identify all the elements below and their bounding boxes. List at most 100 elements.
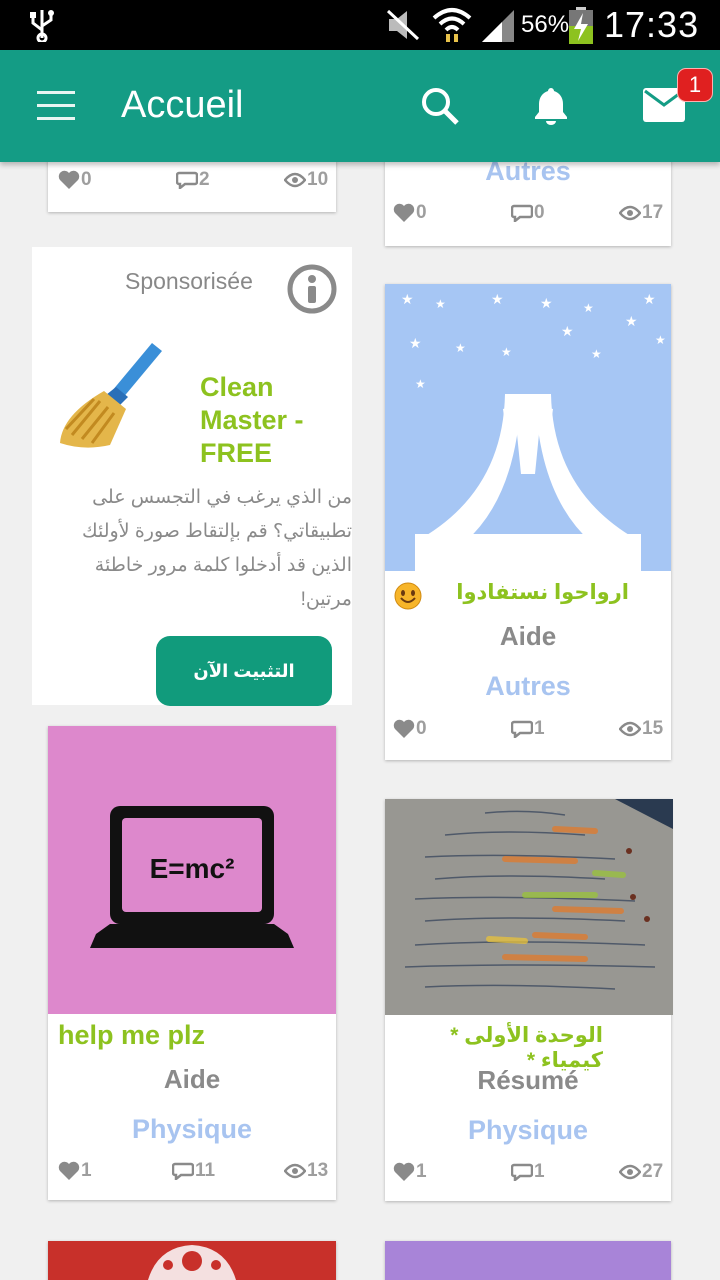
app-bar: Accueil 1 bbox=[0, 50, 720, 162]
clean-master-broom-icon bbox=[60, 343, 162, 448]
svg-text:★: ★ bbox=[561, 323, 574, 339]
heart-icon bbox=[393, 203, 415, 222]
heart-icon bbox=[58, 1161, 80, 1180]
views-count: 15 bbox=[642, 718, 664, 739]
post-image[interactable] bbox=[385, 1241, 671, 1280]
comments-count: 11 bbox=[195, 1160, 216, 1181]
svg-text:★: ★ bbox=[409, 335, 422, 351]
status-bar: 56% 17:33 bbox=[0, 0, 720, 50]
eye-icon bbox=[284, 1163, 306, 1179]
heart-icon bbox=[393, 719, 415, 738]
post-image[interactable] bbox=[385, 799, 673, 1015]
comments-count: 2 bbox=[199, 169, 210, 190]
post-category[interactable]: Autres bbox=[385, 671, 671, 702]
comment-icon bbox=[511, 720, 533, 738]
comments-stat[interactable]: 11 bbox=[172, 1160, 215, 1182]
post-image[interactable]: E=mc² bbox=[48, 726, 336, 1014]
post-type: Résumé bbox=[477, 1065, 579, 1095]
usb-icon bbox=[30, 10, 54, 42]
comments-count: 1 bbox=[534, 718, 545, 739]
views-count: 10 bbox=[307, 169, 329, 190]
post-category[interactable]: Physique bbox=[48, 1114, 336, 1145]
comment-icon bbox=[511, 204, 533, 222]
likes-stat[interactable]: 1 bbox=[393, 1161, 427, 1183]
svg-text:★: ★ bbox=[415, 377, 426, 391]
menu-icon[interactable] bbox=[37, 91, 75, 121]
smiley-emoji-icon bbox=[394, 582, 422, 610]
post-title[interactable]: ارواحوا نستفادوا bbox=[456, 580, 629, 605]
views-stat: 27 bbox=[619, 1161, 663, 1183]
comments-stat[interactable]: 1 bbox=[511, 1161, 545, 1183]
post-image[interactable] bbox=[48, 1241, 336, 1280]
eye-icon bbox=[284, 172, 306, 188]
svg-text:★: ★ bbox=[401, 291, 414, 307]
bell-icon[interactable] bbox=[532, 86, 570, 126]
post-card[interactable]: Autres 0 0 17 bbox=[385, 162, 671, 246]
views-stat: 15 bbox=[619, 718, 663, 740]
battery-percent: 56% bbox=[521, 11, 570, 38]
svg-text:★: ★ bbox=[435, 297, 446, 311]
comment-icon bbox=[172, 1162, 194, 1180]
comments-stat[interactable]: 0 bbox=[511, 202, 545, 224]
ad-description: من الذي يرغب في التجسس على تطبيقاتي؟ قم … bbox=[82, 487, 352, 610]
svg-text:★: ★ bbox=[455, 341, 466, 355]
likes-count: 0 bbox=[416, 718, 427, 739]
post-title[interactable]: help me plz bbox=[58, 1020, 205, 1051]
svg-text:★: ★ bbox=[491, 291, 504, 307]
post-card[interactable]: ★ ★ ★ ★ ★ ★ ★ ★ ★ ★ ★ ★ ★ ★ ارواحوا نستفادوا Ai… bbox=[385, 284, 671, 760]
svg-text:★: ★ bbox=[625, 313, 638, 329]
signal-icon bbox=[482, 10, 514, 42]
svg-text:★: ★ bbox=[501, 345, 512, 359]
comment-icon bbox=[511, 1163, 533, 1181]
comment-icon bbox=[176, 171, 198, 189]
search-icon[interactable] bbox=[420, 86, 460, 126]
post-category[interactable]: Physique bbox=[385, 1115, 671, 1146]
page-title: Accueil bbox=[121, 84, 244, 126]
eye-icon bbox=[619, 721, 641, 737]
sponsored-card[interactable]: Sponsorisée Clean Master - FREE من الذي … bbox=[32, 247, 352, 706]
svg-text:★: ★ bbox=[540, 295, 553, 311]
clock: 17:33 bbox=[604, 4, 700, 45]
likes-stat[interactable]: 0 bbox=[58, 169, 92, 191]
eye-icon bbox=[619, 1164, 641, 1180]
post-card[interactable] bbox=[385, 1241, 671, 1280]
svg-text:★: ★ bbox=[583, 301, 594, 315]
comments-stat[interactable]: 1 bbox=[511, 718, 545, 740]
emc2-text: E=mc² bbox=[150, 853, 235, 884]
views-stat: 17 bbox=[619, 202, 663, 224]
info-icon[interactable] bbox=[287, 264, 337, 314]
svg-text:★: ★ bbox=[591, 347, 602, 361]
eye-icon bbox=[619, 205, 641, 221]
likes-count: 1 bbox=[81, 1160, 92, 1181]
heart-icon bbox=[393, 1162, 415, 1181]
post-type: Aide bbox=[499, 621, 557, 651]
likes-stat[interactable]: 0 bbox=[393, 718, 427, 740]
svg-text:★: ★ bbox=[643, 291, 656, 307]
post-card[interactable]: 0 2 10 bbox=[48, 162, 336, 212]
battery-charging-icon bbox=[569, 7, 593, 44]
post-card[interactable] bbox=[48, 1241, 336, 1280]
mute-icon bbox=[386, 9, 420, 41]
post-image[interactable]: ★ ★ ★ ★ ★ ★ ★ ★ ★ ★ ★ ★ ★ ★ bbox=[385, 284, 671, 571]
heart-icon bbox=[58, 170, 80, 189]
post-type: Aide bbox=[163, 1064, 221, 1094]
comments-count: 1 bbox=[534, 1161, 545, 1182]
post-card[interactable]: E=mc² help me plz Aide Physique 1 11 13 bbox=[48, 726, 336, 1200]
feed[interactable]: 0 2 10 Autres 0 0 17 Sponsorisée Clean M… bbox=[0, 162, 720, 1280]
likes-stat[interactable]: 0 bbox=[393, 202, 427, 224]
views-count: 13 bbox=[307, 1160, 329, 1181]
likes-count: 1 bbox=[416, 1161, 427, 1182]
sponsored-label: Sponsorisée bbox=[125, 268, 253, 294]
wifi-icon bbox=[432, 8, 472, 42]
likes-count: 0 bbox=[416, 202, 427, 223]
likes-count: 0 bbox=[81, 169, 92, 190]
comments-count: 0 bbox=[534, 202, 545, 223]
mail-badge: 1 bbox=[677, 68, 713, 102]
views-count: 17 bbox=[642, 202, 664, 223]
post-category[interactable]: Autres bbox=[385, 162, 671, 187]
install-button[interactable]: التثبيت الآن bbox=[156, 636, 332, 706]
likes-stat[interactable]: 1 bbox=[58, 1160, 92, 1182]
post-card[interactable]: الوحدة الأولى * كيمياء * Résumé Physique… bbox=[385, 799, 673, 1201]
ad-app-name[interactable]: Clean Master - FREE bbox=[200, 371, 330, 470]
comments-stat[interactable]: 2 bbox=[176, 169, 210, 191]
